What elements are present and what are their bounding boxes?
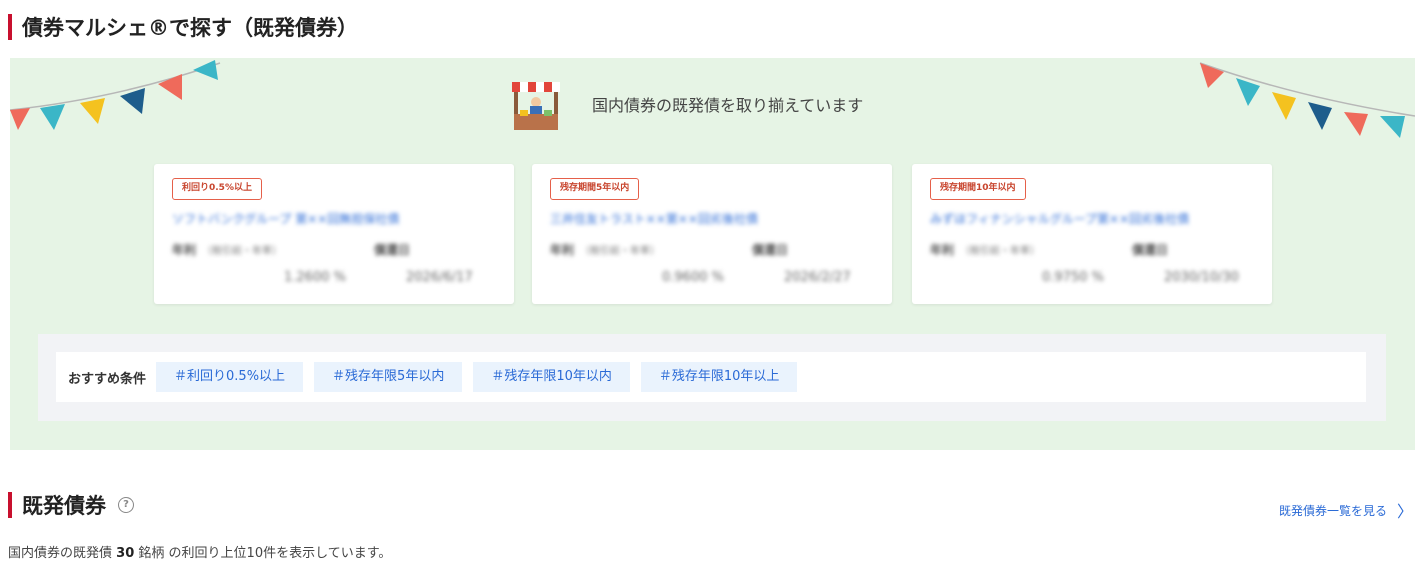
bond-card-badge: 残存期間10年以内 xyxy=(930,178,1026,200)
existing-bonds-list-link[interactable]: 既発債券一覧を見る 〉 xyxy=(1279,498,1413,522)
existing-bonds-footnote: 国内債券の既発債 30 銘柄 の利回り上位10件を表示しています。 xyxy=(8,546,392,561)
bond-card-badge: 残存期間5年以内 xyxy=(550,178,640,200)
marche-intro-text: 国内債券の既発債を取り揃えています xyxy=(592,96,864,115)
help-icon[interactable]: ? xyxy=(118,497,134,513)
bond-card-maturity-label: 償還日 xyxy=(374,243,411,257)
bond-card-maturity-label: 償還日 xyxy=(1132,243,1169,257)
section-title-text: 既発債券 xyxy=(22,494,106,518)
bond-card-maturity-value: 2030/10/30 xyxy=(1164,270,1239,285)
bond-card-rate-value: 0.9600 % xyxy=(662,270,724,285)
bond-card-maturity-value: 2026/6/17 xyxy=(406,270,473,285)
bond-card-name-link[interactable]: ソフトバンクグループ 第××回無担保社債 xyxy=(172,210,399,227)
bond-card[interactable]: 残存期間5年以内 三井住友トラスト××第××回劣後社債 年利 （税引前・年率） 償… xyxy=(532,164,892,304)
bond-card-maturity-value: 2026/2/27 xyxy=(784,270,851,285)
bond-card-badge: 利回り0.5%以上 xyxy=(172,178,262,200)
chevron-right-icon: 〉 xyxy=(1396,502,1413,521)
recommended-conditions-label: おすすめ条件 xyxy=(68,371,147,387)
condition-tag-within-10y[interactable]: ＃残存年限10年以内 xyxy=(473,362,630,392)
bond-card-maturity-label: 償還日 xyxy=(752,243,789,257)
condition-tag-yield-0.5[interactable]: ＃利回り0.5%以上 xyxy=(156,362,304,392)
bond-card[interactable]: 利回り0.5%以上 ソフトバンクグループ 第××回無担保社債 年利 （税引前・年率… xyxy=(154,164,514,304)
recommended-conditions-row: おすすめ条件 ＃利回り0.5%以上 ＃残存年限5年以内 ＃残存年限10年以内 ＃… xyxy=(56,352,1366,402)
bond-count: 30 xyxy=(116,546,135,561)
section-title-text: 債券マルシェ®で探す（既発債券） xyxy=(22,16,358,40)
bond-card-name-link[interactable]: 三井住友トラスト××第××回劣後社債 xyxy=(550,210,758,227)
market-stall-icon xyxy=(512,82,560,130)
condition-tag-within-5y[interactable]: ＃残存年限5年以内 xyxy=(314,362,463,392)
bond-card[interactable]: 残存期間10年以内 みずほフィナンシャルグループ第××回劣後社債 年利 （税引前・… xyxy=(912,164,1272,304)
bond-card-rate-value: 0.9750 % xyxy=(1042,270,1104,285)
title-accent-bar xyxy=(8,14,12,40)
recommended-conditions-panel: おすすめ条件 ＃利回り0.5%以上 ＃残存年限5年以内 ＃残存年限10年以内 ＃… xyxy=(38,334,1386,421)
section-title-marche: 債券マルシェ®で探す（既発債券） xyxy=(8,12,358,42)
bond-card-name-link[interactable]: みずほフィナンシャルグループ第××回劣後社債 xyxy=(930,210,1189,227)
bond-card-rate-value: 1.2600 % xyxy=(284,270,346,285)
section-title-existing-bonds: 既発債券 ? xyxy=(8,490,134,520)
bond-card-rate-label: 年利 （税引前・年率） xyxy=(550,243,661,257)
bond-card-rate-label: 年利 （税引前・年率） xyxy=(930,243,1041,257)
bond-card-rate-label: 年利 （税引前・年率） xyxy=(172,243,283,257)
marche-banner: 国内債券の既発債を取り揃えています 利回り0.5%以上 ソフトバンクグループ 第… xyxy=(10,58,1415,450)
title-accent-bar xyxy=(8,492,12,518)
condition-tag-over-10y[interactable]: ＃残存年限10年以上 xyxy=(640,362,798,392)
list-link-label: 既発債券一覧を見る xyxy=(1278,503,1387,518)
